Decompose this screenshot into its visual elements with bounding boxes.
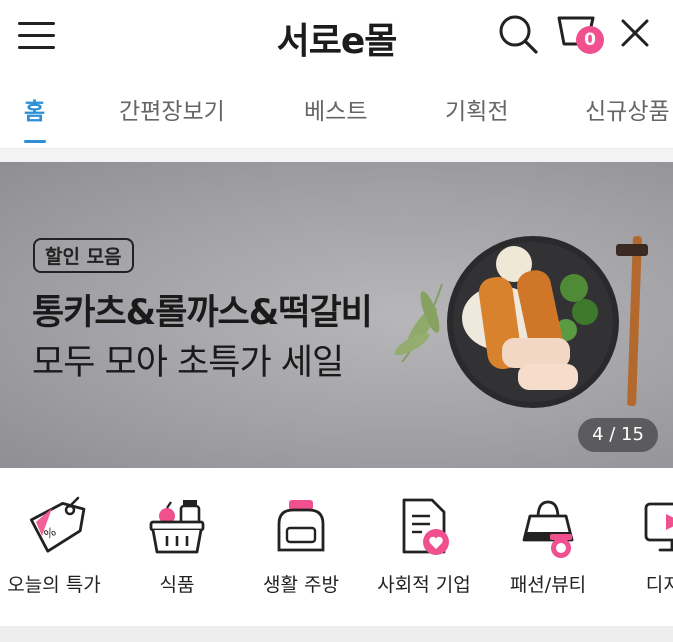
- grocery-basket-icon: [149, 500, 205, 554]
- tab-new-products[interactable]: 신규상품: [585, 92, 670, 126]
- price-tag-icon: %: [29, 496, 86, 553]
- search-icon[interactable]: [498, 14, 540, 60]
- category-label: 식품: [159, 574, 195, 596]
- active-tab-indicator: [24, 140, 46, 143]
- tab-home[interactable]: 홈: [24, 92, 45, 126]
- banner-page-counter: 4 / 15: [578, 418, 658, 452]
- category-social-enterprise[interactable]: 사회적 기업: [364, 468, 484, 618]
- section-divider: [0, 148, 673, 163]
- banner-subheadline: 모두 모아 초특가 세일: [32, 343, 344, 383]
- monitor-play-icon: [644, 502, 673, 552]
- category-label: 디지털: [645, 574, 673, 596]
- category-digital[interactable]: 디지털: [612, 468, 673, 618]
- banner-food-image: [394, 236, 648, 408]
- bottom-section-divider: [0, 626, 673, 642]
- promo-banner[interactable]: 할인 모음 통카츠&롤까스&떡갈비 모두 모아 초특가 세일 4 / 15: [0, 162, 673, 468]
- toaster-icon: [277, 500, 325, 552]
- category-label: 패션/뷰티: [509, 574, 587, 596]
- category-label: 사회적 기업: [377, 574, 471, 596]
- handbag-icon: [522, 500, 574, 558]
- category-row: % 오늘의 특가 식품 생활 주방 사회적 기업 패션/뷰티 디지: [0, 468, 673, 628]
- banner-badge: 할인 모음: [33, 238, 134, 273]
- tab-easy-shopping[interactable]: 간편장보기: [119, 92, 225, 126]
- category-today-deal[interactable]: % 오늘의 특가: [0, 468, 114, 618]
- document-heart-icon: [402, 498, 449, 555]
- category-living-kitchen[interactable]: 생활 주방: [241, 468, 361, 618]
- tab-exhibition[interactable]: 기획전: [445, 92, 508, 126]
- category-label: 오늘의 특가: [7, 574, 101, 596]
- category-label: 생활 주방: [263, 574, 339, 596]
- tab-best[interactable]: 베스트: [304, 92, 367, 126]
- category-food[interactable]: 식품: [117, 468, 237, 618]
- banner-headline: 통카츠&롤까스&떡갈비: [32, 293, 373, 333]
- app-header: 서로e몰 0: [0, 0, 673, 72]
- nav-tabs: 홈 간편장보기 베스트 기획전 신규상품: [0, 72, 673, 148]
- cart-count-badge: 0: [576, 26, 604, 54]
- category-fashion-beauty[interactable]: 패션/뷰티: [488, 468, 608, 618]
- close-icon[interactable]: [620, 18, 650, 52]
